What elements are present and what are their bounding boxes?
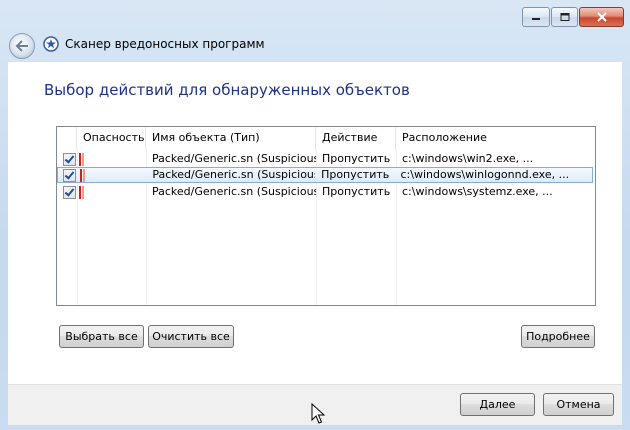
maximize-button[interactable]: [551, 7, 578, 27]
object-name: Packed/Generic.sn (Suspicious): [152, 152, 316, 165]
checkbox-cell: [57, 184, 77, 200]
row-checkbox[interactable]: [62, 185, 76, 199]
table-row[interactable]: Packed/Generic.sn (Suspicious) Пропустит…: [57, 184, 595, 200]
object-action[interactable]: Пропустить: [316, 151, 396, 167]
scanner-app-icon: [43, 36, 59, 52]
page-title: Выбор действий для обнаруженных объектов: [44, 81, 410, 99]
severity-cell: [77, 151, 146, 167]
close-icon: [596, 12, 607, 22]
close-button[interactable]: [579, 7, 624, 27]
detected-objects-list[interactable]: Опасность Имя объекта (Тип) Действие Рас…: [56, 126, 596, 306]
clear-all-button[interactable]: Очистить все: [148, 325, 234, 348]
column-header-action[interactable]: Действие: [316, 127, 396, 149]
next-button[interactable]: Далее: [460, 393, 535, 416]
details-button[interactable]: Подробнее: [521, 325, 595, 348]
table-row[interactable]: Packed/Generic.sn (Suspicious) Пропустит…: [57, 167, 593, 183]
danger-indicator-icon: [79, 168, 85, 182]
column-header-checkbox[interactable]: [57, 127, 77, 149]
object-location: c:\windows\winlogonnd.exe, ...: [400, 168, 570, 181]
cancel-button[interactable]: Отмена: [543, 393, 614, 416]
danger-indicator-icon: [79, 152, 84, 166]
checkbox-cell: [58, 167, 78, 183]
severity-cell: [78, 167, 146, 183]
list-header: Опасность Имя объекта (Тип) Действие Рас…: [57, 127, 595, 149]
danger-indicator-icon: [79, 185, 84, 199]
window-frame: Сканер вредоносных программ Выбор действ…: [0, 0, 630, 430]
back-arrow-icon: [15, 40, 28, 52]
window-title: Сканер вредоносных программ: [65, 37, 265, 51]
object-action[interactable]: Пропустить: [315, 167, 394, 183]
row-checkbox[interactable]: [63, 168, 77, 182]
maximize-icon: [560, 13, 569, 21]
column-header-name[interactable]: Имя объекта (Тип): [146, 127, 316, 149]
object-name: Packed/Generic.sn (Suspicious): [152, 168, 316, 181]
object-name: Packed/Generic.sn (Suspicious): [152, 185, 316, 198]
object-action[interactable]: Пропустить: [316, 184, 396, 200]
select-all-button[interactable]: Выбрать все: [59, 325, 144, 348]
minimize-icon: [532, 18, 540, 20]
caption-buttons: [521, 7, 624, 27]
column-header-severity[interactable]: Опасность: [77, 127, 146, 149]
title-bar[interactable]: Сканер вредоносных программ: [0, 0, 630, 60]
object-location: c:\windows\win2.exe, ...: [402, 152, 534, 165]
row-checkbox[interactable]: [62, 152, 76, 166]
minimize-button[interactable]: [522, 7, 550, 27]
wizard-content: Выбор действий для обнаруженных объектов…: [8, 62, 622, 384]
mouse-cursor-icon: [311, 403, 325, 424]
column-header-location[interactable]: Расположение: [396, 127, 595, 149]
table-row[interactable]: Packed/Generic.sn (Suspicious) Пропустит…: [57, 151, 595, 167]
object-location: c:\windows\systemz.exe, ...: [402, 185, 553, 198]
severity-cell: [77, 184, 146, 200]
back-button[interactable]: [9, 33, 35, 59]
checkbox-cell: [57, 151, 77, 167]
